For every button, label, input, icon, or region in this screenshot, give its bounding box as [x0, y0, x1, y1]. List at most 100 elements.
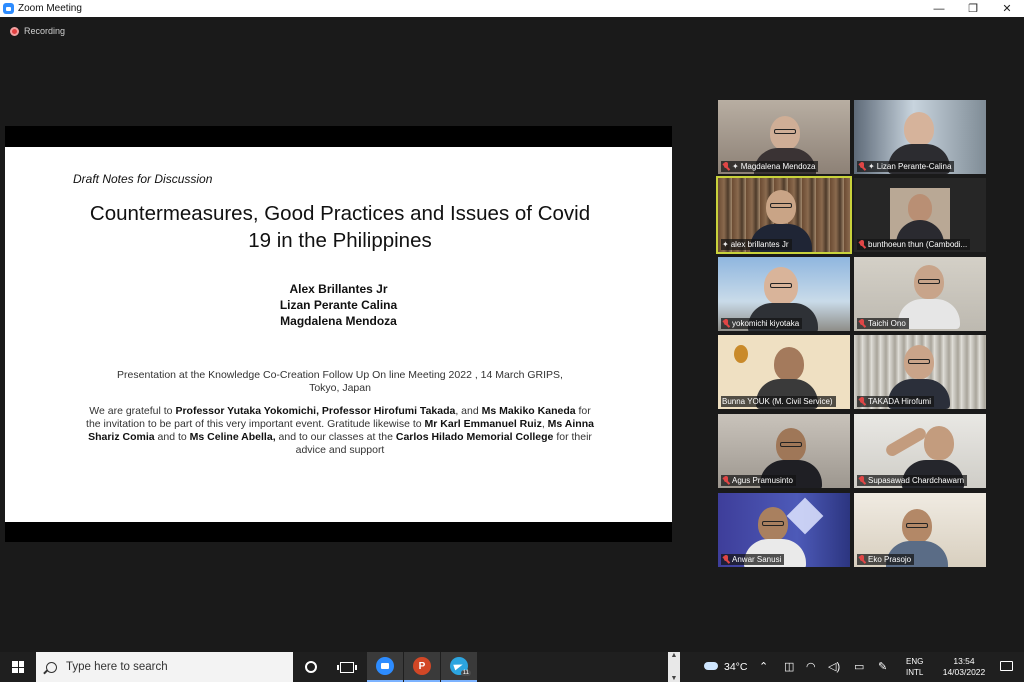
- author-name: Magdalena Mendoza: [280, 314, 397, 328]
- slide-title-line: 19 in the Philippines: [248, 229, 432, 252]
- search-icon: [46, 661, 57, 673]
- participant-tile[interactable]: Bunna YOUK (M. Civil Service): [718, 335, 850, 409]
- restore-button[interactable]: ❐: [956, 0, 990, 17]
- presentation-info-line: Tokyo, Japan: [309, 382, 371, 394]
- start-button[interactable]: [0, 652, 36, 682]
- participant-name-label: Taichi Ono: [857, 318, 909, 329]
- system-clock[interactable]: 13:54 14/03/2022: [936, 656, 992, 678]
- participant-name-label: ✦ alex brillantes Jr: [721, 239, 792, 250]
- participant-name-label: yokomichi kiyotaka: [721, 318, 803, 329]
- participant-tile[interactable]: Anwar Sanusi: [718, 493, 850, 567]
- participant-tile[interactable]: yokomichi kiyotaka: [718, 257, 850, 331]
- minimize-button[interactable]: —: [922, 0, 956, 17]
- ack-name: Ms Celine Abella,: [189, 431, 276, 443]
- slide-kicker: Draft Notes for Discussion: [73, 172, 213, 186]
- slide-presentation-info: Presentation at the Knowledge Co-Creatio…: [85, 369, 595, 395]
- volume-icon[interactable]: ◁): [828, 660, 840, 673]
- scroll-down-icon[interactable]: ▼: [671, 675, 678, 682]
- taskbar-app-telegram[interactable]: 11: [441, 652, 477, 682]
- ack-name: Ms Makiko Kaneda: [481, 405, 576, 417]
- muted-mic-icon: [858, 319, 866, 328]
- participant-tile[interactable]: TAKADA Hirofumi: [854, 335, 986, 409]
- cortana-button[interactable]: [293, 652, 329, 682]
- pin-icon: ✦: [732, 162, 739, 171]
- ack-text: , and: [455, 405, 482, 417]
- telegram-unread-badge: 11: [460, 670, 471, 676]
- pin-icon: ✦: [722, 240, 729, 249]
- taskbar-app-powerpoint[interactable]: P: [404, 652, 440, 682]
- participant-name-label: Eko Prasojo: [857, 554, 915, 565]
- participant-name-label: TAKADA Hirofumi: [857, 396, 934, 407]
- participant-name-label: Anwar Sanusi: [721, 554, 785, 565]
- participant-tile[interactable]: ✦ Lizan Perante-Calina: [854, 100, 986, 174]
- zoom-app-icon: [3, 3, 14, 14]
- recording-label: Recording: [24, 26, 66, 36]
- participant-tile[interactable]: Taichi Ono: [854, 257, 986, 331]
- slide-title-line: Countermeasures, Good Practices and Issu…: [89, 202, 591, 225]
- participant-tile[interactable]: ✦ Magdalena Mendoza: [718, 100, 850, 174]
- pen-icon[interactable]: ✎: [878, 660, 887, 673]
- shared-screen: Draft Notes for Discussion Countermeasur…: [5, 126, 672, 542]
- participant-name-label: bunthoeun thun (Cambodi...: [857, 239, 971, 250]
- zoom-icon: [376, 657, 394, 675]
- close-button[interactable]: ✕: [990, 0, 1024, 17]
- language-code: ENG: [906, 657, 924, 666]
- participant-name-label: Bunna YOUK (M. Civil Service): [721, 396, 836, 407]
- weather-temperature[interactable]: 34°C: [724, 661, 747, 673]
- wifi-icon[interactable]: ◠: [806, 660, 816, 673]
- ack-text: and to: [154, 431, 190, 443]
- pin-icon: ✦: [868, 162, 875, 171]
- battery-icon[interactable]: ▭: [854, 660, 864, 673]
- participant-name-label: ✦ Lizan Perante-Calina: [857, 161, 955, 172]
- slide-authors: Alex Brillantes Jr Lizan Perante Calina …: [5, 281, 672, 329]
- search-input[interactable]: [66, 661, 266, 673]
- muted-mic-icon: [722, 555, 730, 564]
- slide-title: Countermeasures, Good Practices and Issu…: [25, 200, 655, 254]
- ack-text: and to our classes at the: [275, 431, 396, 443]
- recording-dot-icon: [10, 26, 19, 36]
- slide-acknowledgements: We are grateful to Professor Yutaka Yoko…: [85, 405, 595, 457]
- participant-tile[interactable]: bunthoeun thun (Cambodi...: [854, 178, 986, 252]
- author-name: Alex Brillantes Jr: [289, 282, 388, 296]
- keyboard-layout: INTL: [906, 668, 924, 677]
- ack-name: Mr Karl Emmanuel Ruiz: [424, 418, 542, 430]
- window-title: Zoom Meeting: [18, 3, 82, 14]
- author-name: Lizan Perante Calina: [279, 298, 398, 312]
- taskbar-scroll-control[interactable]: ▲ ▼: [668, 652, 680, 682]
- recording-indicator[interactable]: Recording: [10, 26, 65, 36]
- weather-cloud-icon[interactable]: [704, 662, 718, 670]
- chevron-up-icon[interactable]: ⌃: [759, 660, 768, 673]
- participant-tile-active-speaker[interactable]: ✦ alex brillantes Jr: [716, 176, 852, 254]
- taskbar-app-zoom[interactable]: [367, 652, 403, 682]
- presentation-info-line: Presentation at the Knowledge Co-Creatio…: [117, 369, 563, 381]
- muted-mic-icon: [722, 476, 730, 485]
- participant-name-label: Supasawad Chardchawarn: [857, 475, 968, 486]
- participant-tile[interactable]: Supasawad Chardchawarn: [854, 414, 986, 488]
- input-language[interactable]: ENG INTL: [906, 656, 923, 678]
- task-view-button[interactable]: [329, 652, 365, 682]
- participant-tile[interactable]: Agus Pramusinto: [718, 414, 850, 488]
- muted-mic-icon: [858, 397, 866, 406]
- taskbar-search-box[interactable]: [36, 652, 293, 682]
- scroll-up-icon[interactable]: ▲: [671, 652, 678, 659]
- muted-mic-icon: [722, 162, 730, 171]
- ack-name: Professor Yutaka Yokomichi, Professor Hi…: [175, 405, 456, 417]
- participant-tile[interactable]: Eko Prasojo: [854, 493, 986, 567]
- muted-mic-icon: [858, 555, 866, 564]
- muted-mic-icon: [722, 319, 730, 328]
- window-titlebar: Zoom Meeting — ❐ ✕: [0, 0, 1024, 17]
- participant-name-label: Agus Pramusinto: [721, 475, 796, 486]
- muted-mic-icon: [858, 240, 866, 249]
- windows-logo-icon: [12, 661, 24, 673]
- presentation-slide: Draft Notes for Discussion Countermeasur…: [5, 147, 672, 522]
- clock-date: 14/03/2022: [942, 667, 986, 677]
- window-controls: — ❐ ✕: [922, 0, 1024, 17]
- windows-taskbar: P 11 ▲ ▼ 34°C ⌃ ◫ ◠ ◁) ▭ ✎ ENG INTL 13:5…: [0, 652, 1024, 682]
- meet-now-icon[interactable]: ◫: [784, 660, 794, 673]
- meeting-area: Recording Draft Notes for Discussion Cou…: [0, 17, 1024, 652]
- cortana-icon: [305, 661, 317, 673]
- powerpoint-icon: P: [413, 657, 431, 675]
- participant-name-label: ✦ Magdalena Mendoza: [721, 161, 819, 172]
- notification-center-icon[interactable]: [1000, 661, 1013, 671]
- clock-time: 13:54: [953, 656, 975, 666]
